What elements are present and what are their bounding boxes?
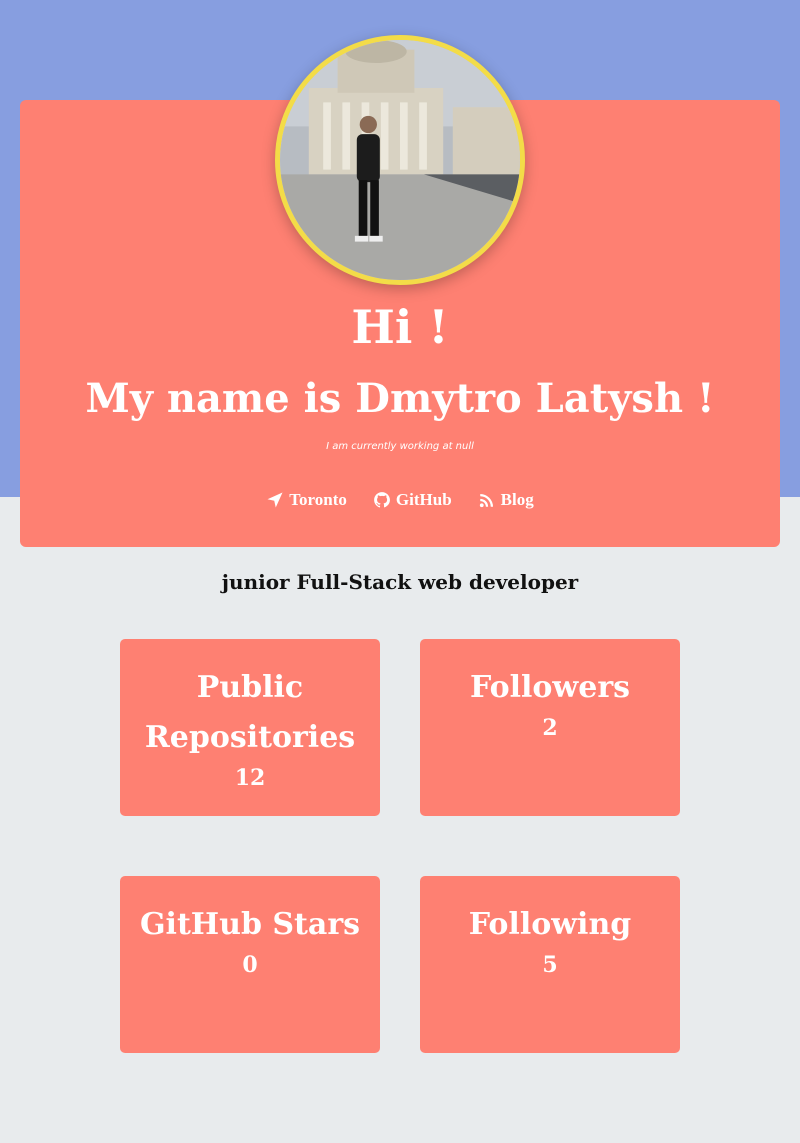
stat-card-public-repositories: Public Repositories 12 xyxy=(120,639,380,816)
blog-link[interactable]: Blog xyxy=(478,490,534,510)
location-link[interactable]: Toronto xyxy=(266,490,347,510)
stat-title: GitHub Stars xyxy=(139,907,361,942)
stat-card-github-stars: GitHub Stars 0 xyxy=(120,876,380,1053)
stat-card-followers: Followers 2 xyxy=(420,639,680,816)
stat-card-following: Following 5 xyxy=(420,876,680,1053)
job-title: junior Full-Stack web developer xyxy=(221,570,579,594)
github-icon xyxy=(374,492,390,508)
github-link[interactable]: GitHub xyxy=(373,490,452,510)
greeting-heading: Hi ! xyxy=(351,300,449,354)
avatar-photo xyxy=(280,40,520,280)
employment-subtitle: I am currently working at null xyxy=(326,441,474,452)
blog-label: Blog xyxy=(500,490,534,509)
github-label: GitHub xyxy=(395,490,452,509)
stat-value: 5 xyxy=(542,952,558,978)
location-label: Toronto xyxy=(289,490,347,509)
stat-title: Followers xyxy=(469,670,631,705)
stat-value: 2 xyxy=(542,715,558,741)
avatar xyxy=(275,35,525,285)
location-arrow-icon xyxy=(267,492,283,508)
stat-value: 12 xyxy=(234,765,266,791)
stat-value: 0 xyxy=(242,952,258,978)
stat-title: Public Repositories xyxy=(144,670,356,755)
profile-links: Toronto GitHub Blog xyxy=(20,490,780,510)
stat-title: Following xyxy=(468,907,632,942)
rss-icon xyxy=(479,494,493,508)
name-heading: My name is Dmytro Latysh ! xyxy=(85,375,715,422)
